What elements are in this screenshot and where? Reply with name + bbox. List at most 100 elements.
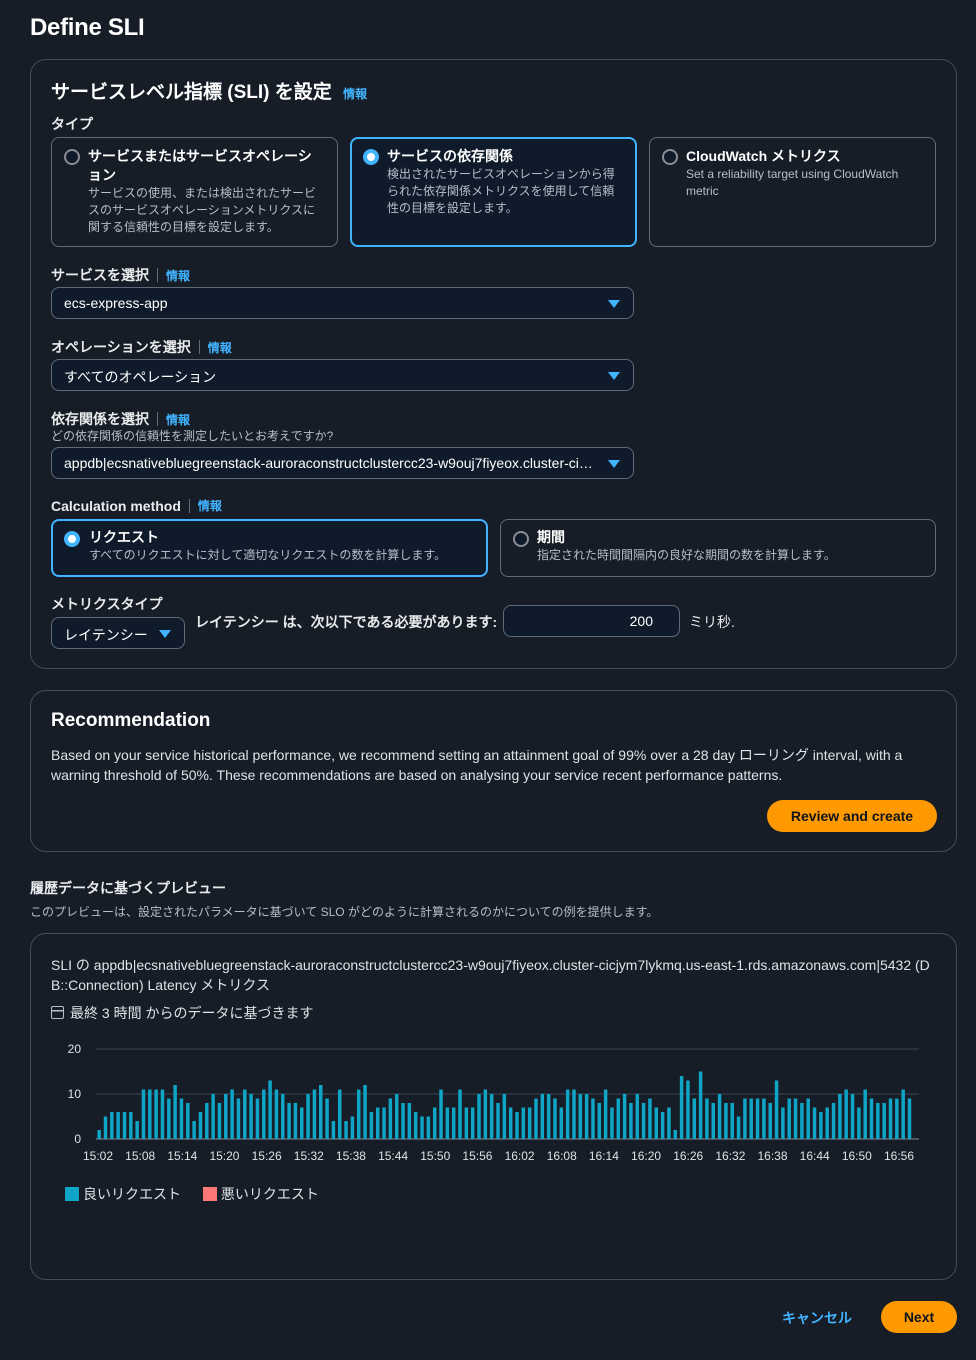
metric-type-value: レイテンシー bbox=[64, 627, 148, 643]
bar-good bbox=[882, 1103, 886, 1139]
radio-cloudwatch[interactable] bbox=[662, 149, 678, 165]
bar-good bbox=[844, 1089, 848, 1139]
latency-bar-chart: 0 10 20 15:02 15:08 15:14 15:20 15:26 15:32 15:38… bbox=[68, 1042, 919, 1163]
type-tile-cloudwatch-title: CloudWatch メトリクス bbox=[686, 148, 841, 164]
bar-good bbox=[154, 1089, 158, 1139]
bar-good bbox=[667, 1107, 671, 1139]
bar-good bbox=[825, 1107, 829, 1139]
bar-good bbox=[787, 1098, 791, 1139]
review-and-create-button[interactable]: Review and create bbox=[767, 800, 937, 832]
bar-good bbox=[584, 1094, 589, 1139]
dependency-select[interactable]: appdb|ecsnativebluegreenstack-auroracons… bbox=[51, 447, 634, 479]
bar-good bbox=[724, 1103, 728, 1139]
bar-good bbox=[711, 1103, 715, 1139]
bar-good bbox=[502, 1094, 507, 1139]
calc-label-text: Calculation method bbox=[51, 497, 181, 514]
calc-tile-requests-desc: すべてのリクエストに対して適切なリクエストの数を計算します。 bbox=[89, 548, 447, 562]
calc-tile-period-title: 期間 bbox=[537, 529, 565, 545]
bar-good bbox=[426, 1116, 431, 1139]
bar-good bbox=[597, 1103, 602, 1139]
bar-good bbox=[287, 1103, 291, 1139]
x-tick-label: 16:26 bbox=[673, 1149, 703, 1163]
legend-good[interactable]: 良いリクエスト bbox=[65, 1186, 181, 1202]
dependency-label: 依存関係を選択 情報 bbox=[51, 409, 190, 429]
y-tick-label: 20 bbox=[68, 1042, 82, 1056]
type-tile-dependency-desc: 検出されたサービスオペレーションから得られた依存関係メトリクスを使用して信頼性の… bbox=[387, 167, 615, 215]
radio-dependency[interactable] bbox=[363, 149, 379, 165]
cancel-button[interactable]: キャンセル bbox=[782, 1308, 852, 1328]
bar-good bbox=[749, 1098, 753, 1139]
calc-tile-requests-title: リクエスト bbox=[89, 529, 159, 545]
x-tick-label: 15:08 bbox=[125, 1149, 155, 1163]
calc-tile-period[interactable]: 期間 指定された時間間隔内の良好な期間の数を計算します。 bbox=[500, 519, 936, 577]
bar-good bbox=[521, 1107, 526, 1139]
x-tick-label: 16:20 bbox=[631, 1149, 661, 1163]
bar-good bbox=[515, 1112, 519, 1139]
type-tile-service[interactable]: サービスまたはサービスオペレーション サービスの使用、または検出されたサービスの… bbox=[51, 137, 338, 247]
bar-good bbox=[198, 1112, 203, 1139]
bar-good bbox=[293, 1103, 298, 1139]
type-tile-cloudwatch[interactable]: CloudWatch メトリクス Set a reliability targe… bbox=[649, 137, 936, 247]
x-tick-label: 15:50 bbox=[420, 1149, 450, 1163]
bar-good bbox=[610, 1107, 614, 1139]
bar-good bbox=[489, 1094, 494, 1139]
bar-good bbox=[331, 1121, 336, 1139]
bar-good bbox=[306, 1094, 310, 1139]
calc-label: Calculation method 情報 bbox=[51, 497, 222, 514]
legend-good-swatch bbox=[65, 1187, 79, 1201]
bar-good bbox=[122, 1112, 127, 1139]
bar-good bbox=[205, 1103, 209, 1139]
bar-good bbox=[375, 1107, 380, 1139]
service-info-link[interactable]: 情報 bbox=[166, 267, 190, 284]
service-select[interactable]: ecs-express-app bbox=[51, 287, 634, 319]
bar-good bbox=[110, 1112, 114, 1139]
bar-good bbox=[160, 1089, 165, 1139]
type-tile-service-title: サービスまたはサービスオペレーション bbox=[88, 148, 312, 183]
sli-info-link[interactable]: 情報 bbox=[343, 87, 367, 101]
bar-good bbox=[394, 1094, 399, 1139]
bar-good bbox=[319, 1085, 323, 1139]
bar-good bbox=[850, 1094, 855, 1139]
service-label-text: サービスを選択 bbox=[51, 267, 149, 283]
preview-panel: SLI の appdb|ecsnativebluegreenstack-auro… bbox=[30, 933, 957, 1280]
legend-bad[interactable]: 悪いリクエスト bbox=[202, 1186, 319, 1202]
metric-type-select[interactable]: レイテンシー bbox=[51, 617, 185, 649]
operation-info-link[interactable]: 情報 bbox=[208, 339, 232, 356]
threshold-input[interactable]: 200 bbox=[503, 605, 680, 637]
bar-good bbox=[534, 1098, 538, 1139]
bar-good bbox=[717, 1094, 722, 1139]
operation-select[interactable]: すべてのオペレーション bbox=[51, 359, 634, 391]
dependency-info-link[interactable]: 情報 bbox=[166, 411, 190, 428]
bar-good bbox=[173, 1085, 177, 1139]
y-tick-label: 10 bbox=[68, 1087, 82, 1101]
radio-period[interactable] bbox=[513, 531, 529, 547]
radio-requests[interactable] bbox=[64, 531, 80, 547]
bar-good bbox=[559, 1107, 564, 1139]
bar-good bbox=[768, 1103, 772, 1139]
chevron-down-icon bbox=[608, 460, 620, 468]
dependency-label-text: 依存関係を選択 bbox=[51, 411, 149, 427]
operation-label-text: オペレーションを選択 bbox=[51, 339, 191, 355]
bar-good bbox=[129, 1112, 133, 1139]
bar-good bbox=[186, 1103, 190, 1139]
threshold-text: レイテンシー は、次以下である必要があります: bbox=[195, 614, 498, 630]
radio-service[interactable] bbox=[64, 149, 80, 165]
bar-good bbox=[167, 1098, 171, 1139]
bar-good bbox=[831, 1103, 836, 1139]
x-tick-label: 16:32 bbox=[715, 1149, 745, 1163]
bar-good bbox=[312, 1089, 317, 1139]
bar-good bbox=[698, 1071, 703, 1139]
calendar-icon bbox=[51, 1006, 64, 1019]
chevron-down-icon bbox=[608, 372, 620, 380]
bar-good bbox=[281, 1094, 285, 1139]
bar-good bbox=[249, 1094, 253, 1139]
operation-label: オペレーションを選択 情報 bbox=[51, 337, 232, 357]
y-tick-label: 0 bbox=[74, 1132, 81, 1146]
next-button[interactable]: Next bbox=[881, 1301, 957, 1333]
calc-info-link[interactable]: 情報 bbox=[198, 497, 222, 514]
calc-tile-requests[interactable]: リクエスト すべてのリクエストに対して適切なリクエストの数を計算します。 bbox=[51, 519, 488, 577]
type-tile-dependency[interactable]: サービスの依存関係 検出されたサービスオペレーションから得られた依存関係メトリク… bbox=[350, 137, 637, 247]
bar-good bbox=[806, 1098, 810, 1139]
bar-good bbox=[445, 1107, 450, 1139]
bar-good bbox=[420, 1116, 424, 1139]
